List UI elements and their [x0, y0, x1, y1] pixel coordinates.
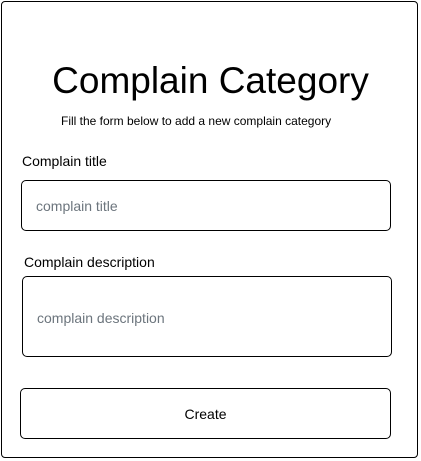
complain-description-label: Complain description: [24, 254, 155, 270]
page-title: Complain Category: [52, 60, 369, 101]
complain-description-input[interactable]: [22, 276, 392, 357]
complain-title-label: Complain title: [22, 153, 107, 169]
form-subtitle: Fill the form below to add a new complai…: [61, 114, 332, 128]
create-button[interactable]: Create: [20, 388, 391, 439]
complain-title-input[interactable]: [21, 180, 391, 231]
